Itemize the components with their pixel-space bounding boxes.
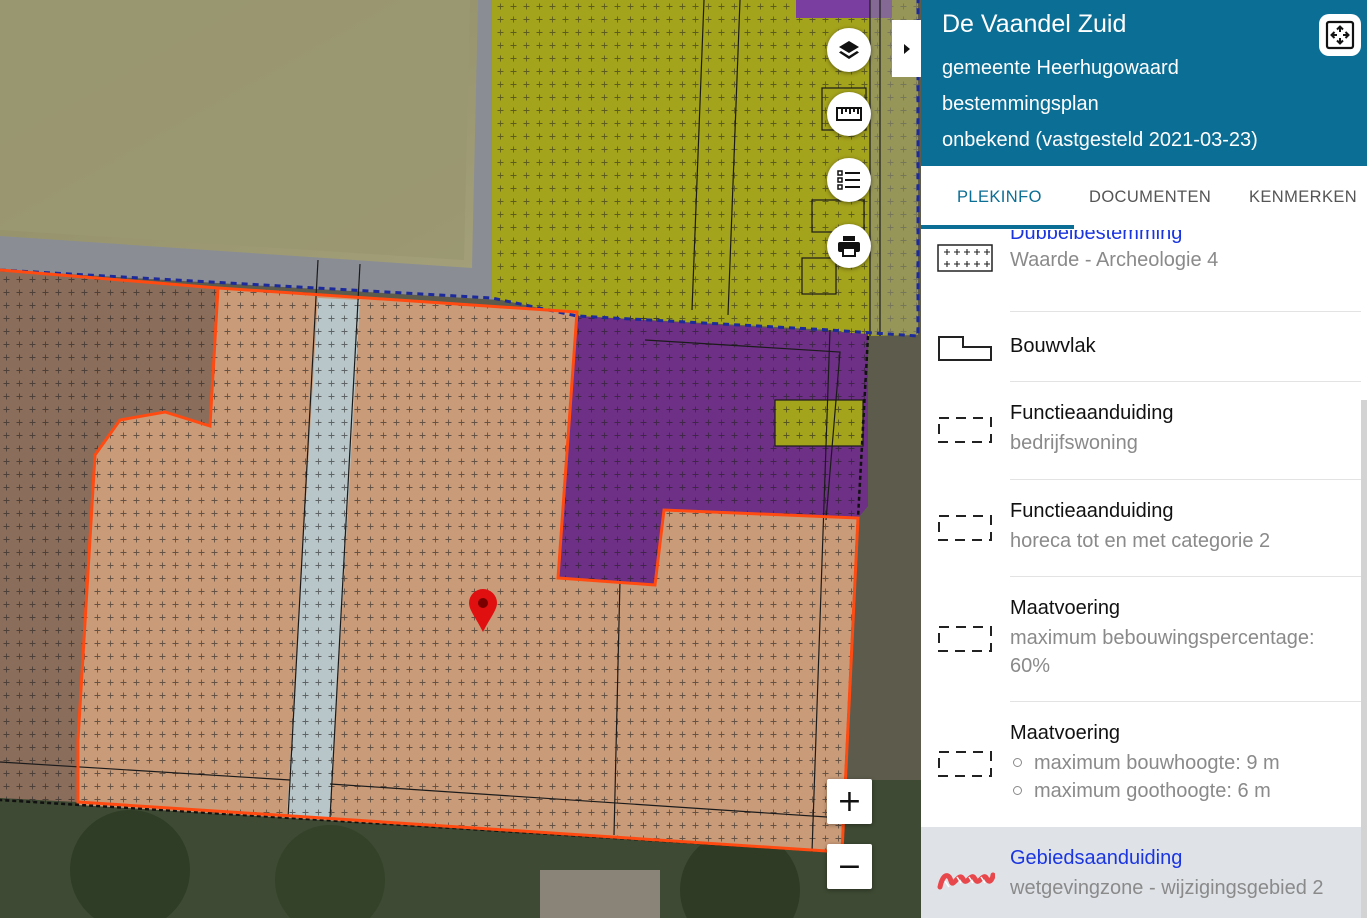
tab-bar: PLEKINFO DOCUMENTEN KENMERKEN [921, 166, 1367, 230]
tab-plekinfo[interactable]: PLEKINFO [957, 188, 1042, 207]
dashed-box-icon [938, 417, 992, 443]
legend-entry-dubbelbestemming: Dubbelbestemming Waarde - Archeologie 4 [921, 230, 1361, 312]
dashed-box-icon [938, 751, 992, 777]
tab-documenten[interactable]: DOCUMENTEN [1089, 188, 1211, 207]
legend-list-button[interactable] [827, 158, 871, 202]
legend-title[interactable]: Dubbelbestemming [1010, 230, 1182, 245]
plan-type-label: bestemmingsplan [942, 93, 1099, 115]
chevron-right-icon [904, 43, 910, 54]
legend-entry-functieaanduiding: Functieaanduiding bedrijfswoning [921, 382, 1361, 480]
panel-header: De Vaandel Zuid gemeente Heerhugowaard b… [921, 0, 1367, 166]
legend-entry-gebiedsaanduiding[interactable]: Gebiedsaanduiding wetgevingzone - wijzig… [921, 827, 1367, 918]
ruler-icon [836, 107, 862, 121]
active-tab-indicator [921, 225, 1074, 229]
expand-icon [1325, 20, 1355, 50]
layers-icon [839, 41, 859, 59]
info-panel: De Vaandel Zuid gemeente Heerhugowaard b… [921, 0, 1367, 918]
legend-entry-functieaanduiding: Functieaanduiding horeca tot en met cate… [921, 480, 1361, 577]
legend-bullet-list: maximum bouwhoogte: 9 m maximum goothoog… [1010, 749, 1280, 805]
measure-button[interactable] [827, 92, 871, 136]
zoom-out-button[interactable]: − [827, 844, 872, 889]
dashed-box-icon [938, 626, 992, 652]
municipality-label: gemeente Heerhugowaard [942, 57, 1179, 79]
printer-icon [838, 236, 860, 257]
legend-list[interactable]: Dubbelbestemming Waarde - Archeologie 4 … [921, 230, 1367, 918]
legend-title[interactable]: Gebiedsaanduiding [1010, 847, 1182, 870]
zigzag-area-icon [937, 872, 995, 890]
zoom-in-button[interactable]: + [827, 779, 872, 824]
dashed-box-icon [938, 515, 992, 541]
legend-subtitle: horeca tot en met categorie 2 [1010, 530, 1271, 552]
legend-entry-maatvoering: Maatvoering maximum bebouwingspercentage… [921, 577, 1361, 702]
legend-title: Functieaanduiding [1010, 402, 1174, 424]
fullscreen-button[interactable] [1319, 14, 1361, 56]
plan-status-label: onbekend (vastgesteld 2021-03-23) [942, 129, 1258, 151]
tab-kenmerken[interactable]: KENMERKEN [1249, 188, 1357, 207]
legend-subtitle: Waarde - Archeologie 4 [1010, 249, 1219, 271]
legend-entry-bouwvlak: Bouwvlak [921, 312, 1361, 382]
list-item: maximum bouwhoogte: 9 m [1010, 749, 1280, 777]
layers-button[interactable] [827, 28, 871, 72]
legend-entry-maatvoering: Maatvoering maximum bouwhoogte: 9 m maxi… [921, 702, 1361, 827]
scrollbar[interactable] [1361, 400, 1367, 918]
cross-grid-icon [937, 244, 993, 272]
legend-subtitle: 60% [1010, 655, 1051, 677]
legend-subtitle: wetgevingzone - wijzigingsgebied 2 [1010, 877, 1324, 899]
panel-toggle-button[interactable] [892, 20, 921, 77]
list-item: maximum goothoogte: 6 m [1010, 777, 1280, 805]
legend-title: Maatvoering [1010, 597, 1121, 619]
map-canvas[interactable] [0, 0, 921, 918]
print-button[interactable] [827, 224, 871, 268]
legend-subtitle: bedrijfswoning [1010, 432, 1138, 454]
building-outline-icon [938, 336, 992, 361]
legend-subtitle: maximum bebouwingspercentage: [1010, 627, 1315, 649]
legend-title: Functieaanduiding [1010, 500, 1174, 522]
map-view[interactable]: + − [0, 0, 921, 918]
legend-title: Maatvoering [1010, 722, 1121, 744]
legend-title: Bouwvlak [1010, 335, 1096, 357]
plan-title: De Vaandel Zuid [942, 10, 1127, 38]
list-icon [837, 170, 860, 190]
